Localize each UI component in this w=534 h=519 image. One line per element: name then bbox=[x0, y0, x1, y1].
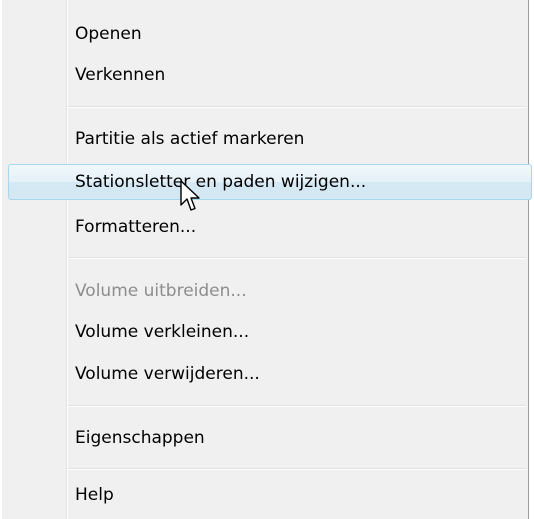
menu-item-formatteren[interactable]: Formatteren... bbox=[8, 209, 532, 245]
menu-item-partitie-actief[interactable]: Partitie als actief markeren bbox=[8, 121, 532, 157]
menu-item-label: Eigenschappen bbox=[75, 428, 205, 448]
menu-item-label: Volume verwijderen... bbox=[75, 364, 260, 384]
menu-item-volume-verwijderen[interactable]: Volume verwijderen... bbox=[8, 356, 532, 392]
menu-item-verkennen[interactable]: Verkennen bbox=[8, 57, 532, 93]
menu-item-label: Formatteren... bbox=[75, 217, 197, 237]
menu-item-stationsletter-wijzigen[interactable]: Stationsletter en paden wijzigen... bbox=[8, 164, 532, 200]
menu-separator bbox=[68, 257, 526, 259]
menu-item-openen[interactable]: Openen bbox=[8, 16, 532, 52]
menu-item-label: Partitie als actief markeren bbox=[75, 129, 305, 149]
menu-separator bbox=[68, 106, 526, 108]
menu-item-label: Volume uitbreiden... bbox=[75, 281, 247, 301]
menu-item-eigenschappen[interactable]: Eigenschappen bbox=[8, 420, 532, 456]
menu-item-label: Volume verkleinen... bbox=[75, 322, 250, 342]
menu-separator bbox=[68, 405, 526, 407]
menu-item-label: Stationsletter en paden wijzigen... bbox=[75, 172, 367, 192]
menu-item-help[interactable]: Help bbox=[8, 477, 532, 513]
menu-item-label: Openen bbox=[75, 24, 142, 44]
menu-item-volume-uitbreiden: Volume uitbreiden... bbox=[8, 273, 532, 309]
menu-item-volume-verkleinen[interactable]: Volume verkleinen... bbox=[8, 314, 532, 350]
menu-item-label: Verkennen bbox=[75, 65, 166, 85]
menu-separator bbox=[68, 468, 526, 470]
arrow-pointer-icon bbox=[180, 180, 200, 211]
menu-item-label: Help bbox=[75, 485, 114, 505]
